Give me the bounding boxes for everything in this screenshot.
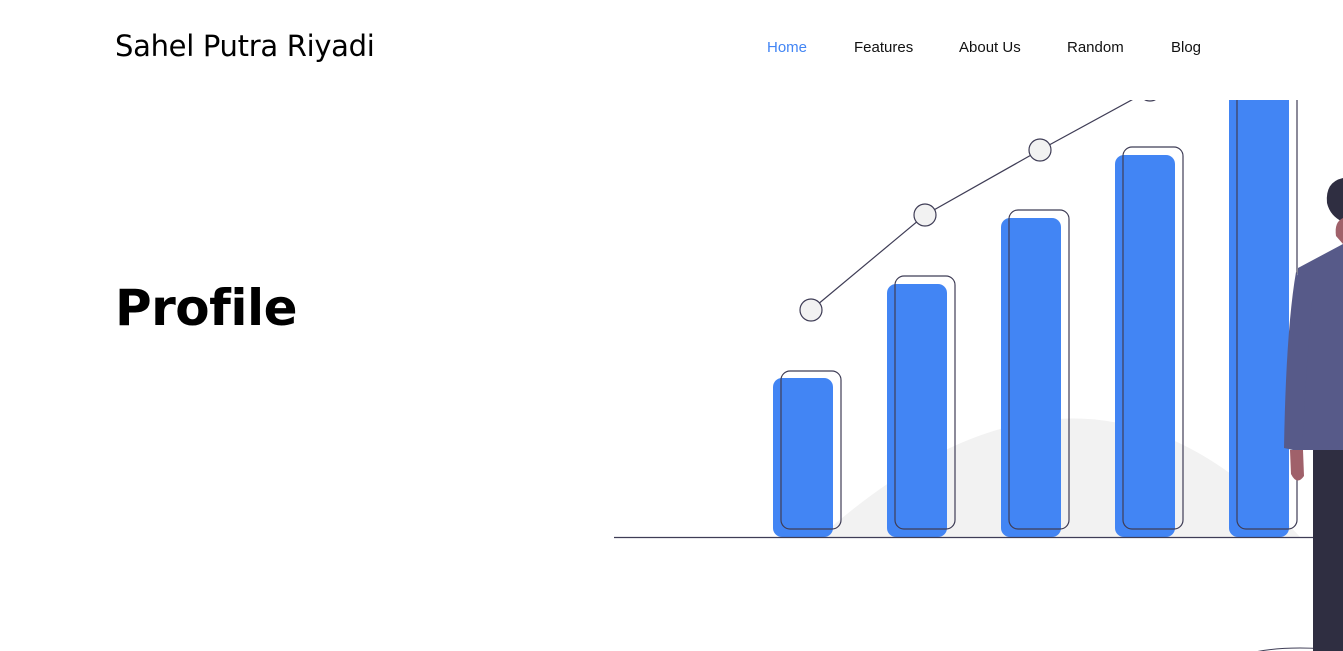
bar-3: [1001, 209, 1070, 537]
trend-line: [810, 100, 1133, 311]
bar-2: [887, 275, 956, 537]
trend-point: [1028, 138, 1052, 162]
trend-point: [1144, 100, 1156, 102]
bar-1: [773, 370, 842, 537]
trend-point: [913, 203, 937, 227]
bar-5: [1229, 100, 1298, 537]
growth-chart-illustration: [614, 100, 1343, 651]
trend-point: [799, 298, 823, 322]
bar-4: [1115, 146, 1184, 537]
